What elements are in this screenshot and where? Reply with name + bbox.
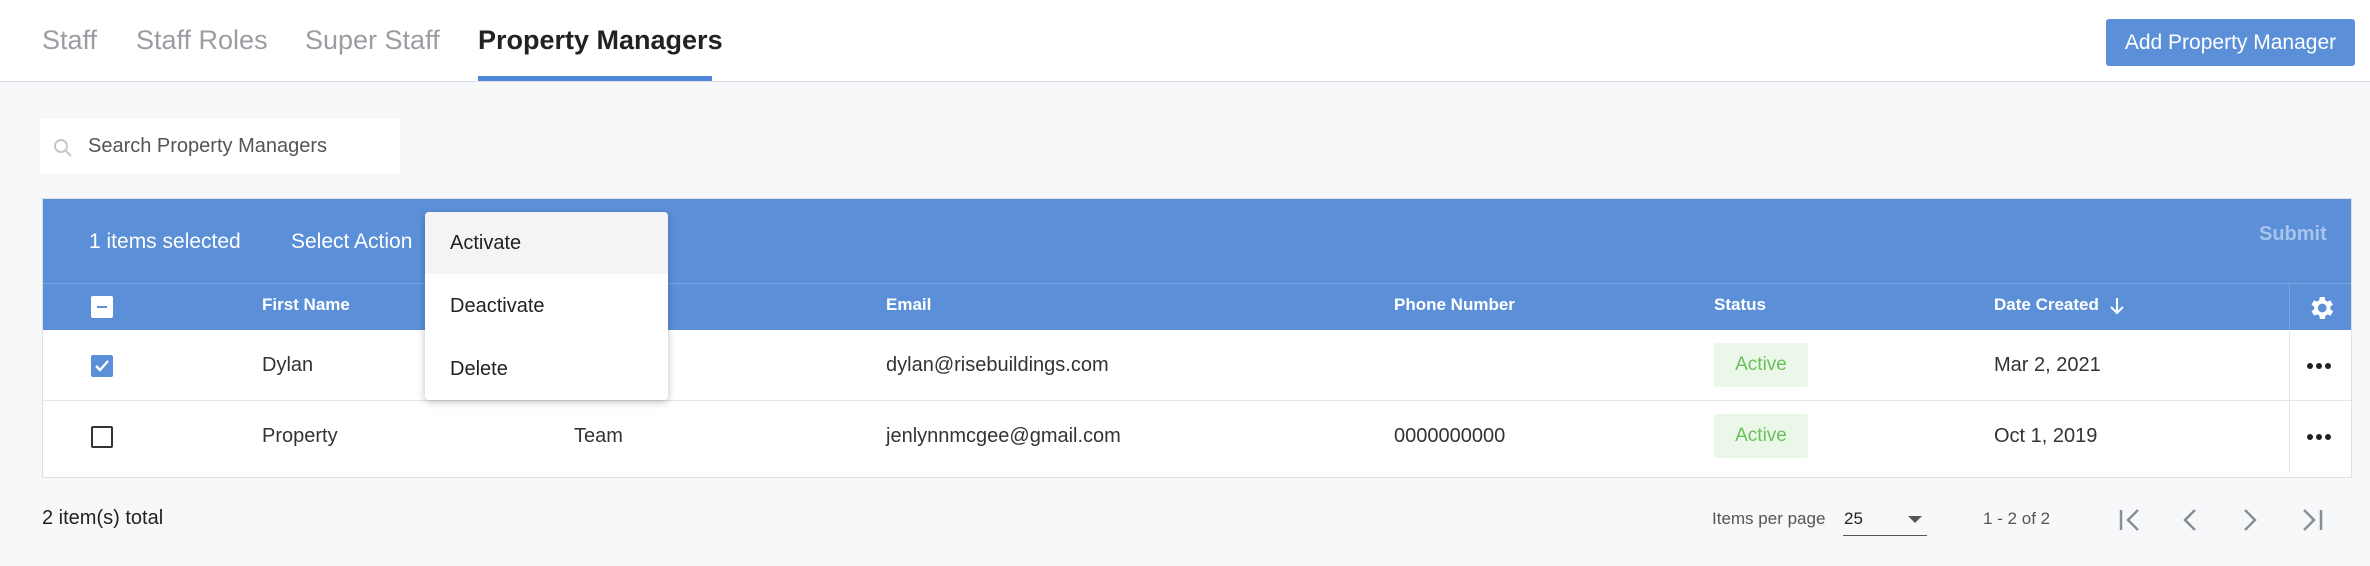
select-all-checkbox[interactable] bbox=[91, 296, 113, 318]
search-icon bbox=[54, 139, 72, 157]
page-range: 1 - 2 of 2 bbox=[1983, 509, 2051, 528]
tab-bar: Staff Staff Roles Super Staff Property M… bbox=[0, 0, 2370, 82]
check-icon bbox=[95, 360, 109, 372]
divider bbox=[2289, 330, 2290, 401]
more-horizontal-icon[interactable] bbox=[2305, 354, 2333, 378]
search-box bbox=[40, 119, 400, 173]
submit-button[interactable]: Submit bbox=[2259, 223, 2327, 246]
active-tab-indicator bbox=[478, 76, 712, 81]
items-per-page-value: 25 bbox=[1844, 509, 1863, 528]
menu-item-deactivate[interactable]: Deactivate bbox=[425, 275, 668, 337]
cell-date-created: Mar 2, 2021 bbox=[1994, 354, 2101, 376]
cell-email: jenlynnmcgee@gmail.com bbox=[886, 425, 1121, 447]
selected-count: 1 items selected bbox=[89, 230, 241, 253]
sort-down-arrow-icon bbox=[2110, 297, 2124, 314]
items-per-page-select[interactable]: 25 bbox=[1843, 500, 1927, 536]
status-badge: Active bbox=[1714, 414, 1808, 458]
cell-email: dylan@risebuildings.com bbox=[886, 354, 1109, 376]
action-menu: Activate Deactivate Delete bbox=[425, 212, 668, 400]
first-page-icon[interactable] bbox=[2116, 506, 2146, 534]
bulk-action-bar: 1 items selected Select Action Submit bbox=[43, 199, 2351, 283]
tab-staff-roles[interactable]: Staff Roles bbox=[136, 25, 268, 56]
menu-item-activate[interactable]: Activate bbox=[425, 212, 668, 274]
tab-staff[interactable]: Staff bbox=[42, 25, 97, 56]
row-checkbox[interactable] bbox=[91, 355, 113, 377]
items-per-page-label: Items per page bbox=[1712, 509, 1826, 528]
cell-phone: 0000000000 bbox=[1394, 425, 1506, 447]
tab-super-staff[interactable]: Super Staff bbox=[305, 25, 440, 56]
select-action-dropdown[interactable]: Select Action bbox=[291, 230, 412, 254]
column-header-first-name[interactable]: First Name bbox=[262, 295, 350, 315]
status-badge: Active bbox=[1714, 343, 1808, 387]
column-header-status[interactable]: Status bbox=[1714, 295, 1766, 315]
gear-icon bbox=[2311, 296, 2333, 319]
tab-property-managers[interactable]: Property Managers bbox=[478, 25, 723, 56]
row-checkbox[interactable] bbox=[91, 426, 113, 448]
column-settings-button[interactable] bbox=[2289, 284, 2351, 331]
property-managers-table: 1 items selected Select Action Submit Fi… bbox=[42, 198, 2352, 478]
menu-item-delete[interactable]: Delete bbox=[425, 338, 668, 400]
column-header-date-created: Date Created bbox=[1994, 295, 2099, 314]
column-header-email[interactable]: Email bbox=[886, 295, 931, 315]
prev-page-icon[interactable] bbox=[2178, 506, 2202, 534]
cell-first-name: Dylan bbox=[262, 354, 314, 376]
more-horizontal-icon[interactable] bbox=[2305, 425, 2333, 449]
table-row[interactable]: Dylan dylan@risebuildings.com Active Mar… bbox=[43, 330, 2351, 401]
column-header-date-created-wrap[interactable]: Date Created bbox=[1994, 295, 2125, 316]
cell-last-name: Team bbox=[574, 425, 623, 447]
cell-date-created: Oct 1, 2019 bbox=[1994, 425, 2098, 447]
cell-first-name: Property bbox=[262, 425, 338, 447]
chevron-down-icon bbox=[1908, 516, 1922, 523]
search-input[interactable] bbox=[88, 119, 388, 173]
last-page-icon[interactable] bbox=[2296, 506, 2326, 534]
add-property-manager-button[interactable]: Add Property Manager bbox=[2106, 19, 2355, 66]
table-row[interactable]: Property Team jenlynnmcgee@gmail.com 000… bbox=[43, 401, 2351, 472]
column-header-phone[interactable]: Phone Number bbox=[1394, 295, 1515, 315]
next-page-icon[interactable] bbox=[2238, 506, 2262, 534]
divider bbox=[2289, 401, 2290, 472]
table-header: First Name Email Phone Number Status Dat… bbox=[43, 283, 2351, 331]
total-count: 2 item(s) total bbox=[42, 507, 164, 529]
